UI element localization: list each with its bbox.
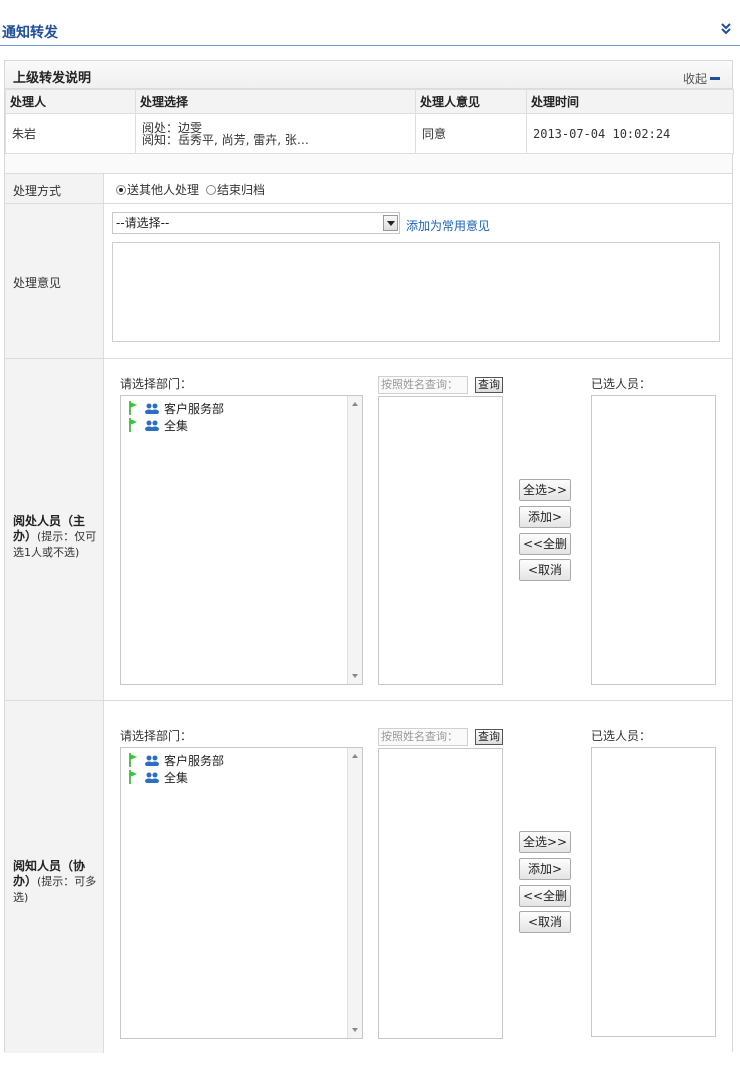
dept-label: 请选择部门：: [120, 729, 193, 743]
method-options: 送其他人处理 结束归档: [104, 174, 732, 203]
history-title: 上级转发说明: [13, 71, 92, 86]
method-label: 处理方式: [13, 184, 62, 198]
method-label-cell: 处理方式: [5, 174, 104, 203]
secondary-label-cell: 阅知人员（协办）(提示：可多选): [5, 701, 104, 1053]
group-icon: [145, 772, 159, 783]
flag-icon: [129, 770, 137, 784]
radio-unchecked-icon: [206, 185, 216, 195]
collapse-label: 收起: [682, 72, 707, 86]
group-icon: [145, 755, 159, 766]
choice-cell: 阅处：边雯 阅知：岳秀平, 尚芳, 雷卉, 张…: [135, 113, 416, 154]
opinion-textarea[interactable]: [112, 242, 720, 342]
secondary-selector: 请选择部门： 客户服务部 全集 按照姓名查询： 查询 全选>> 添加> <<全删…: [104, 701, 732, 1053]
choice-line-secondary: 阅知：岳秀平, 尚芳, 雷卉, 张…: [142, 132, 309, 147]
query-button[interactable]: 查询: [475, 377, 503, 393]
page-header: 通知转发: [0, 0, 740, 46]
forward-panel: 上级转发说明 收起 处理人 处理选择 处理人意见 处理时间 朱岩 阅处：边雯 阅…: [4, 60, 734, 1053]
dept-tree[interactable]: 客户服务部 全集: [120, 747, 363, 1039]
name-search-input[interactable]: 按照姓名查询：: [378, 728, 468, 746]
radio-checked-icon: [116, 185, 126, 195]
primary-label: 阅处人员（主办）(提示：仅可选1人或不选): [13, 514, 99, 560]
method-row: 处理方式 送其他人处理 结束归档: [5, 174, 732, 204]
history-header-row: 处理人 处理选择 处理人意见 处理时间: [5, 89, 734, 114]
dropdown-arrow-icon[interactable]: [383, 215, 398, 231]
remove-all-button[interactable]: <<全删: [519, 533, 571, 555]
dept-label: 请选择部门：: [120, 377, 193, 391]
radio-send-others[interactable]: 送其他人处理: [116, 181, 199, 198]
column-header: 处理选择: [135, 89, 416, 114]
dept-tree[interactable]: 客户服务部 全集: [120, 395, 363, 685]
tree-node-customer-service[interactable]: 客户服务部: [129, 752, 224, 768]
opinion-content: --请选择-- 添加为常用意见: [104, 204, 732, 358]
tree-scrollbar[interactable]: [347, 396, 362, 684]
radio-archive-label: 结束归档: [217, 183, 266, 197]
select-all-button[interactable]: 全选>>: [519, 831, 571, 853]
selected-list[interactable]: [591, 747, 716, 1037]
secondary-staff-row: 阅知人员（协办）(提示：可多选) 请选择部门： 客户服务部 全集 按照姓名查询：…: [5, 701, 732, 1053]
scroll-down-icon: [352, 1028, 358, 1032]
opinion-label-cell: 处理意见: [5, 204, 104, 358]
add-button[interactable]: 添加>: [519, 506, 571, 528]
handler-cell: 朱岩: [5, 113, 136, 154]
opinion-cell: 同意: [415, 113, 527, 154]
primary-label-cell: 阅处人员（主办）(提示：仅可选1人或不选): [5, 359, 104, 700]
common-opinion-select[interactable]: --请选择--: [112, 212, 400, 234]
candidate-list[interactable]: [378, 748, 503, 1039]
select-all-button[interactable]: 全选>>: [519, 479, 571, 501]
scroll-down-icon: [352, 674, 358, 678]
radio-archive[interactable]: 结束归档: [206, 181, 265, 198]
tree-node-label: 客户服务部: [164, 401, 225, 416]
radio-send-others-label: 送其他人处理: [127, 183, 200, 197]
tree-node-label: 全集: [164, 770, 189, 785]
primary-selector: 请选择部门： 客户服务部 全集 按照姓名查询： 查询 全选>> 添加> <<全删…: [104, 359, 732, 700]
double-chevron-down-icon[interactable]: [720, 22, 732, 36]
primary-staff-row: 阅处人员（主办）(提示：仅可选1人或不选) 请选择部门： 客户服务部 全集 按照…: [5, 359, 732, 701]
history-section-bar: 上级转发说明 收起: [5, 61, 732, 89]
tree-node-label: 客户服务部: [164, 753, 225, 768]
column-header: 处理人: [5, 89, 136, 114]
column-header: 处理人意见: [415, 89, 527, 114]
tree-node-label: 全集: [164, 418, 189, 433]
tree-scrollbar[interactable]: [347, 748, 362, 1038]
time-cell: 2013-07-04 10:02:24: [526, 113, 734, 154]
cancel-button[interactable]: <取消: [519, 911, 571, 933]
minus-icon: [710, 77, 720, 80]
cancel-button[interactable]: <取消: [519, 559, 571, 581]
common-opinion-select-value: --请选择--: [116, 216, 170, 230]
remove-all-button[interactable]: <<全删: [519, 885, 571, 907]
add-button[interactable]: 添加>: [519, 858, 571, 880]
add-common-opinion-link[interactable]: 添加为常用意见: [406, 217, 490, 234]
flag-icon: [129, 401, 137, 415]
group-icon: [145, 420, 159, 431]
scroll-up-icon: [352, 402, 358, 406]
secondary-label: 阅知人员（协办）(提示：可多选): [13, 859, 99, 905]
history-table: 处理人 处理选择 处理人意见 处理时间 朱岩 阅处：边雯 阅知：岳秀平, 尚芳,…: [5, 89, 734, 154]
selected-label: 已选人员：: [591, 377, 652, 391]
table-row: 朱岩 阅处：边雯 阅知：岳秀平, 尚芳, 雷卉, 张… 同意 2013-07-0…: [5, 113, 734, 154]
group-icon: [145, 403, 159, 414]
tree-node-all[interactable]: 全集: [129, 769, 188, 785]
candidate-list[interactable]: [378, 396, 503, 685]
scroll-up-icon: [352, 754, 358, 758]
opinion-label: 处理意见: [13, 276, 62, 290]
column-header: 处理时间: [526, 89, 734, 114]
collapse-button[interactable]: 收起: [683, 70, 720, 87]
selected-label: 已选人员：: [591, 729, 652, 743]
forward-form: 处理方式 送其他人处理 结束归档 处理意见 --请选择-- 添加为常用意见 阅处…: [5, 173, 732, 1053]
page-title: 通知转发: [2, 25, 58, 41]
opinion-row: 处理意见 --请选择-- 添加为常用意见: [5, 204, 732, 359]
query-button[interactable]: 查询: [475, 729, 503, 745]
tree-node-customer-service[interactable]: 客户服务部: [129, 400, 224, 416]
flag-icon: [129, 418, 137, 432]
name-search-input[interactable]: 按照姓名查询：: [378, 376, 468, 394]
tree-node-all[interactable]: 全集: [129, 417, 188, 433]
flag-icon: [129, 753, 137, 767]
choice-line-primary: 阅处：边雯: [142, 120, 203, 135]
selected-list[interactable]: [591, 395, 716, 685]
